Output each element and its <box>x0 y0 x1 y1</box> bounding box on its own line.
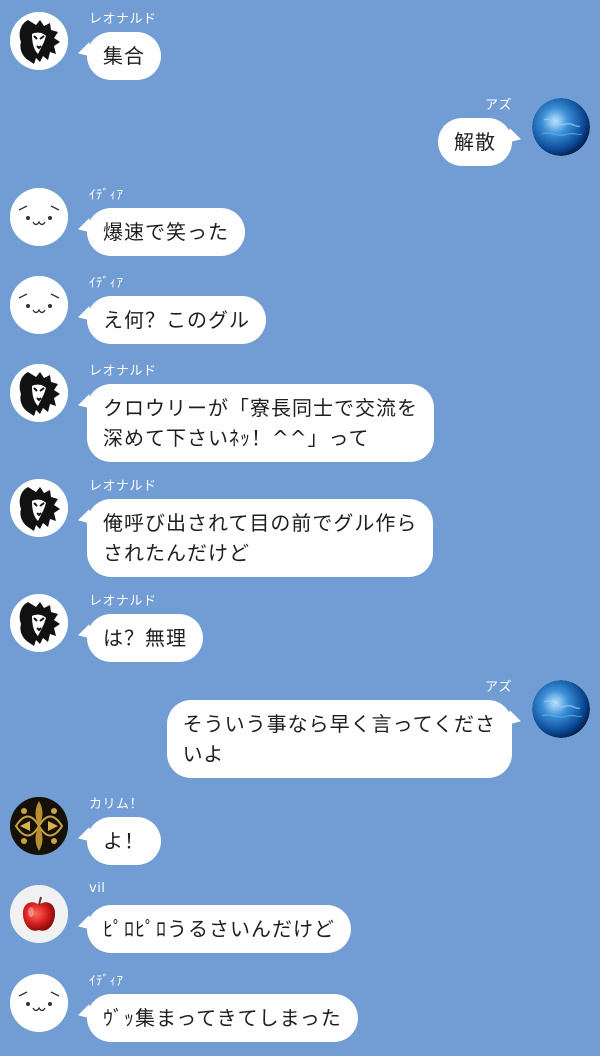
message-bubble[interactable]: ｳﾞｯ集まってきてしまった <box>87 994 358 1042</box>
message-text: そういう事なら早く言ってくださ いよ <box>182 712 496 766</box>
message-text: ｳﾞｯ集まってきてしまった <box>103 1006 342 1030</box>
sender-name: レオナルド <box>89 594 157 609</box>
sender-name: vil <box>89 881 106 896</box>
message-text: え何？このグル <box>103 308 250 332</box>
sender-name: ｲﾃﾞｨｱ <box>89 188 124 203</box>
message-bubble[interactable]: え何？このグル <box>87 296 266 344</box>
sender-name: ｲﾃﾞｨｱ <box>89 974 124 989</box>
sender-name: アズ <box>484 680 512 695</box>
sender-name: ｲﾃﾞｨｱ <box>89 276 124 291</box>
sender-name: カリム！ <box>89 797 144 812</box>
message-text: は？無理 <box>103 626 187 650</box>
face-icon[interactable] <box>10 276 68 334</box>
blue-orb-icon[interactable] <box>532 680 590 738</box>
sender-name: レオナルド <box>89 364 157 379</box>
sender-name: レオナルド <box>89 12 157 27</box>
message-bubble[interactable]: 俺呼び出されて目の前でグル作ら されたんだけど <box>87 499 434 577</box>
message-text: クロウリーが「寮長同士で交流を 深めて下さいﾈｯ！^^」って <box>103 396 418 450</box>
sender-name: アズ <box>484 98 512 113</box>
message-bubble[interactable]: クロウリーが「寮長同士で交流を 深めて下さいﾈｯ！^^」って <box>87 384 434 462</box>
message-bubble[interactable]: 解散 <box>438 118 512 166</box>
apple-icon[interactable] <box>10 885 68 943</box>
lion-icon[interactable] <box>10 364 68 422</box>
message-bubble[interactable]: 爆速で笑った <box>87 208 245 256</box>
face-icon[interactable] <box>10 974 68 1032</box>
message-bubble[interactable]: は？無理 <box>87 614 203 662</box>
message-text: 爆速で笑った <box>103 220 229 244</box>
message-text: 俺呼び出されて目の前でグル作ら されたんだけど <box>103 511 418 565</box>
lion-icon[interactable] <box>10 479 68 537</box>
message-bubble[interactable]: 集合 <box>87 32 161 80</box>
blue-orb-icon[interactable] <box>532 98 590 156</box>
lion-icon[interactable] <box>10 12 68 70</box>
sender-name: レオナルド <box>89 479 157 494</box>
message-bubble[interactable]: ﾋﾟﾛﾋﾟﾛうるさいんだけど <box>87 905 351 953</box>
message-text: よ！ <box>103 829 145 853</box>
message-text: ﾋﾟﾛﾋﾟﾛうるさいんだけど <box>103 917 335 941</box>
message-text: 集合 <box>103 44 145 68</box>
message-text: 解散 <box>454 130 496 154</box>
face-icon[interactable] <box>10 188 68 246</box>
lion-icon[interactable] <box>10 594 68 652</box>
message-bubble[interactable]: よ！ <box>87 817 161 865</box>
gold-pattern-icon[interactable] <box>10 797 68 855</box>
message-bubble[interactable]: そういう事なら早く言ってくださ いよ <box>166 700 512 778</box>
